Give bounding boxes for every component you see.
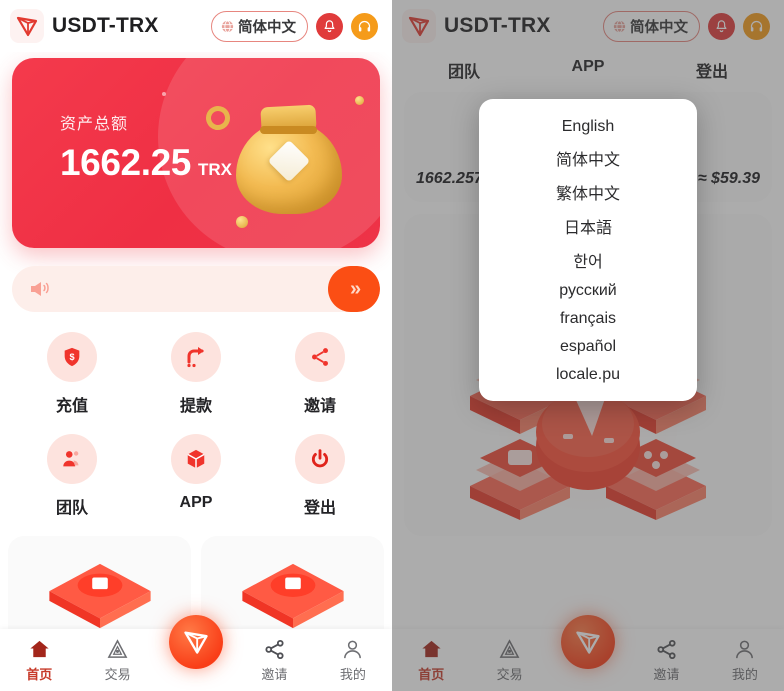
announcement-bar[interactable]: » — [12, 266, 380, 312]
action-recharge-label: 充值 — [55, 398, 88, 415]
total-assets-amount-row: 1662.25 TRX — [60, 142, 232, 184]
language-selection-modal: English 简体中文 繁体中文 日本語 한어 русский françai… — [479, 99, 697, 401]
action-team[interactable]: 团队 — [10, 434, 134, 518]
notification-bell-button[interactable] — [316, 12, 343, 40]
share-icon — [265, 639, 284, 659]
team-user-icon — [47, 434, 97, 484]
total-assets-label: 资产总额 — [60, 116, 129, 133]
announcement-more-button[interactable]: » — [328, 266, 380, 312]
app-screenshot: USDT-TRX 简体中文 资产总额 1662.25 TRX » $ 充值 提款… — [0, 0, 784, 691]
center-action-button[interactable] — [169, 615, 223, 669]
app-header: USDT-TRX 简体中文 — [0, 0, 392, 52]
gold-coin-decor — [236, 216, 248, 228]
language-option-locale-pu[interactable]: locale.pu — [479, 361, 697, 389]
quick-actions-grid: $ 充值 提款 邀请 团队 APP 登出 — [0, 312, 392, 518]
language-selector-button[interactable]: 简体中文 — [211, 10, 308, 42]
nav-item-invite-label: 邀请 — [261, 666, 288, 682]
gold-coin-decor — [355, 96, 364, 105]
language-option-korean[interactable]: 한어 — [479, 243, 697, 277]
action-app[interactable]: APP — [134, 434, 258, 518]
sparkle-dot — [162, 92, 166, 96]
nav-item-home-label: 首页 — [26, 666, 53, 682]
total-assets-unit: TRX — [197, 160, 232, 179]
customer-service-button[interactable] — [351, 12, 378, 40]
action-invite[interactable]: 邀请 — [258, 332, 382, 416]
app-brand-title: USDT-TRX — [52, 14, 159, 37]
total-assets-amount: 1662.25 — [60, 142, 191, 183]
share-icon — [295, 332, 345, 382]
language-option-russian[interactable]: русский — [479, 277, 697, 305]
person-icon — [344, 640, 362, 658]
nav-item-mine[interactable]: 我的 — [314, 638, 392, 683]
home-icon — [30, 640, 49, 657]
action-withdraw[interactable]: 提款 — [134, 332, 258, 416]
right-panel-language-modal-screen: USDT-TRX 简体中文 团队 APP 登出 1662.257 ≈ $59.3… — [392, 0, 784, 691]
language-option-japanese[interactable]: 日本語 — [479, 209, 697, 243]
action-logout-label: 登出 — [303, 500, 336, 517]
withdraw-arrow-icon — [171, 332, 221, 382]
svg-text:$: $ — [69, 352, 74, 362]
globe-icon — [221, 19, 234, 33]
action-withdraw-label: 提款 — [179, 398, 212, 415]
megaphone-icon — [31, 282, 49, 296]
total-assets-card[interactable]: 资产总额 1662.25 TRX — [12, 58, 380, 248]
shield-dollar-icon: $ — [47, 332, 97, 382]
nav-item-trade[interactable]: 交易 — [78, 638, 156, 683]
money-bag-icon — [202, 94, 364, 228]
trade-icon — [107, 638, 128, 658]
nav-item-mine-label: 我的 — [339, 666, 366, 682]
action-recharge[interactable]: $ 充值 — [10, 332, 134, 416]
language-option-spanish[interactable]: español — [479, 333, 697, 361]
power-icon — [295, 434, 345, 484]
headset-icon — [358, 20, 371, 31]
tron-logo-icon — [10, 9, 44, 43]
language-option-simplified-chinese[interactable]: 简体中文 — [479, 141, 697, 175]
action-app-label: APP — [179, 494, 213, 511]
red-3d-box-icon — [241, 563, 344, 629]
cube-icon — [171, 434, 221, 484]
action-team-label: 团队 — [55, 500, 88, 517]
action-invite-label: 邀请 — [303, 398, 336, 415]
language-selector-label: 简体中文 — [238, 19, 296, 36]
tron-logo-icon — [184, 631, 208, 654]
action-logout[interactable]: 登出 — [258, 434, 382, 518]
left-panel-home-screen: USDT-TRX 简体中文 资产总额 1662.25 TRX » $ 充值 提款… — [0, 0, 392, 691]
nav-item-trade-label: 交易 — [104, 666, 131, 682]
language-option-french[interactable]: français — [479, 305, 697, 333]
language-option-traditional-chinese[interactable]: 繁体中文 — [479, 175, 697, 209]
balance-card-wrapper: 资产总额 1662.25 TRX — [0, 52, 392, 248]
bell-icon — [324, 19, 335, 32]
language-option-english[interactable]: English — [479, 113, 697, 141]
bag-tie — [260, 126, 317, 134]
nav-item-invite[interactable]: 邀请 — [235, 638, 313, 683]
nav-item-home[interactable]: 首页 — [0, 638, 78, 683]
red-3d-box-icon — [48, 563, 151, 629]
